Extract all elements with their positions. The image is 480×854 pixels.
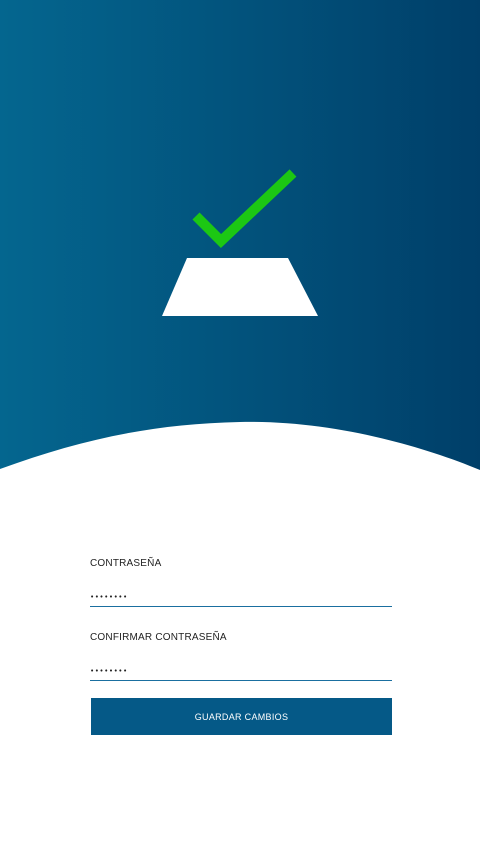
password-input[interactable] — [90, 587, 392, 607]
confirm-password-input[interactable] — [90, 661, 392, 681]
confirm-password-field-group: CONFIRMAR CONTRASEÑA — [90, 631, 392, 681]
password-field-group: CONTRASEÑA — [90, 557, 392, 607]
save-changes-button[interactable]: GUARDAR CAMBIOS — [91, 698, 392, 735]
hero-background — [0, 0, 480, 470]
change-password-screen: CONTRASEÑA CONFIRMAR CONTRASEÑA GUARDAR … — [0, 0, 480, 854]
hero-banner — [0, 0, 480, 470]
change-password-form: CONTRASEÑA CONFIRMAR CONTRASEÑA — [90, 557, 392, 681]
hero-wave-shape — [0, 0, 480, 470]
password-label: CONTRASEÑA — [90, 558, 162, 569]
confirm-password-label: CONFIRMAR CONTRASEÑA — [90, 632, 227, 643]
